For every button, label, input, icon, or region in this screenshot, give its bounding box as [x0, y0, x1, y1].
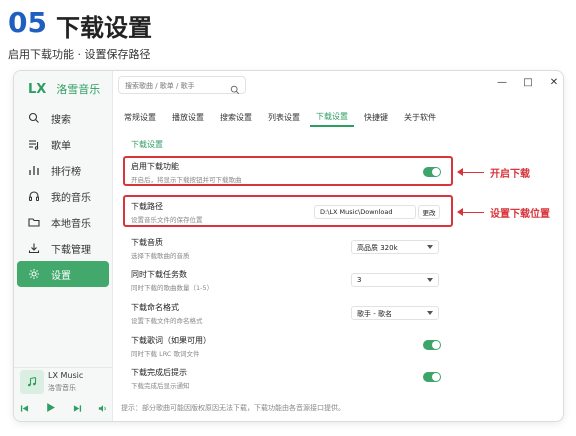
sidebar-item-label: 歌单: [51, 140, 71, 152]
sidebar-item-charts[interactable]: 排行榜: [17, 157, 109, 183]
lyrics-toggle[interactable]: [423, 340, 441, 350]
player-artist: 洛雪音乐: [48, 384, 76, 392]
setting-quality: 下载音质 选择下载歌曲的音质 高品质 320k: [127, 233, 447, 263]
select-value: 3: [357, 276, 362, 284]
next-icon[interactable]: [73, 398, 82, 417]
tab-search[interactable]: 搜索设置: [214, 107, 258, 127]
sidebar-item-label: 排行榜: [51, 166, 81, 178]
naming-select[interactable]: 歌手 - 歌名: [351, 306, 439, 320]
annotation-download-path: 设置下载位置: [457, 205, 550, 220]
folder-icon: [27, 215, 41, 229]
sidebar-item-label: 设置: [51, 270, 71, 282]
sidebar-item-local-music[interactable]: 本地音乐: [17, 209, 109, 235]
settings-tabs: 常规设置 播放设置 搜索设置 列表设置 下载设置 快捷键 关于软件: [118, 107, 446, 127]
tab-hotkeys[interactable]: 快捷键: [358, 107, 394, 127]
play-icon[interactable]: [45, 398, 56, 417]
player-controls: [20, 400, 108, 414]
music-note-icon: [26, 373, 38, 392]
select-value: 歌手 - 歌名: [357, 310, 392, 318]
headphones-icon: [27, 189, 41, 203]
setting-desc: 下载完成后显示通知: [131, 382, 190, 390]
tab-about[interactable]: 关于软件: [398, 107, 442, 127]
page-header: 05 下载设置 启用下载功能 · 设置保存路径: [8, 6, 568, 64]
sidebar-nav: 搜索 歌单 排行榜 我的音乐 本地音乐 下载管理 设置: [14, 105, 113, 287]
setting-title: 下载完成后提示: [131, 368, 187, 377]
sidebar-item-settings[interactable]: 设置: [17, 261, 109, 287]
setting-concurrent: 同时下载任务数 同时下载的歌曲数量（1-5） 3: [127, 265, 447, 295]
highlight-enable-download: [123, 156, 453, 186]
setting-title: 下载音质: [131, 238, 163, 247]
section-label: 下载设置: [131, 140, 163, 149]
arrow-icon: [457, 168, 484, 176]
annotation-enable-download: 开启下载: [457, 165, 530, 180]
sidebar: LX 洛雪音乐 搜索 歌单 排行榜 我的音乐 本地音乐 下载管理 设置 LX M…: [14, 71, 113, 421]
sidebar-item-label: 下载管理: [51, 244, 91, 256]
sidebar-item-playlist[interactable]: 歌单: [17, 131, 109, 157]
gear-icon: [27, 267, 41, 281]
tab-list[interactable]: 列表设置: [262, 107, 306, 127]
page-subtitle: 启用下载功能 · 设置保存路径: [8, 48, 151, 61]
app-window: LX 洛雪音乐 搜索 歌单 排行榜 我的音乐 本地音乐 下载管理 设置 LX M…: [13, 70, 564, 422]
minimize-button[interactable]: —: [497, 77, 507, 88]
window-controls: — □ ✕: [497, 77, 559, 88]
chevron-down-icon: [427, 245, 433, 249]
setting-naming: 下载命名格式 设置下载文件的命名格式 歌手 - 歌名: [127, 298, 447, 328]
tab-download[interactable]: 下载设置: [310, 107, 354, 127]
tab-general[interactable]: 常规设置: [118, 107, 162, 127]
notify-toggle[interactable]: [423, 372, 441, 382]
top-bar: — □ ✕: [113, 71, 563, 99]
sidebar-item-label: 我的音乐: [51, 192, 91, 204]
highlight-download-path: [123, 195, 453, 227]
setting-desc: 同时下载 LRC 歌词文件: [131, 350, 200, 358]
arrow-icon: [457, 208, 484, 216]
sidebar-item-downloads[interactable]: 下载管理: [17, 235, 109, 261]
setting-desc: 设置下载文件的命名格式: [131, 317, 203, 325]
page-title: 下载设置: [56, 14, 152, 42]
search-icon[interactable]: [230, 80, 240, 99]
setting-title: 下载歌词（如果可用）: [131, 336, 211, 345]
sidebar-item-label: 搜索: [51, 114, 71, 126]
quality-select[interactable]: 高品质 320k: [351, 240, 439, 254]
maximize-button[interactable]: □: [523, 77, 533, 88]
player-song-title: LX Music: [48, 371, 84, 380]
section-number: 05: [8, 6, 47, 39]
concurrent-select[interactable]: 3: [351, 273, 439, 287]
setting-desc: 选择下载歌曲的音质: [131, 252, 190, 260]
sidebar-item-label: 本地音乐: [51, 218, 91, 230]
mini-player: LX Music 洛雪音乐: [14, 367, 113, 421]
setting-title: 同时下载任务数: [131, 270, 187, 279]
brand: LX 洛雪音乐: [28, 79, 100, 99]
setting-title: 下载命名格式: [131, 303, 179, 312]
footer-tip: 提示：部分歌曲可能因版权原因无法下载，下载功能由各音源接口提供。: [121, 404, 345, 412]
search-input[interactable]: [125, 79, 225, 92]
search-icon: [27, 111, 41, 125]
tab-playback[interactable]: 播放设置: [166, 107, 210, 127]
chevron-down-icon: [427, 278, 433, 282]
setting-lyrics: 下载歌词（如果可用） 同时下载 LRC 歌词文件: [127, 331, 447, 361]
previous-icon[interactable]: [20, 398, 29, 417]
app-name: 洛雪音乐: [56, 83, 101, 96]
album-cover[interactable]: [20, 370, 44, 394]
chart-icon: [27, 163, 41, 177]
close-button[interactable]: ✕: [549, 77, 559, 88]
select-value: 高品质 320k: [357, 244, 398, 252]
search-box[interactable]: [118, 76, 246, 95]
app-logo: LX: [28, 81, 47, 97]
download-icon: [27, 241, 41, 255]
playlist-icon: [27, 137, 41, 151]
setting-notify: 下载完成后提示 下载完成后显示通知: [127, 363, 447, 393]
sidebar-item-my-music[interactable]: 我的音乐: [17, 183, 109, 209]
setting-desc: 同时下载的歌曲数量（1-5）: [131, 284, 214, 292]
sidebar-item-search[interactable]: 搜索: [17, 105, 109, 131]
volume-icon[interactable]: [98, 398, 108, 417]
chevron-down-icon: [427, 311, 433, 315]
